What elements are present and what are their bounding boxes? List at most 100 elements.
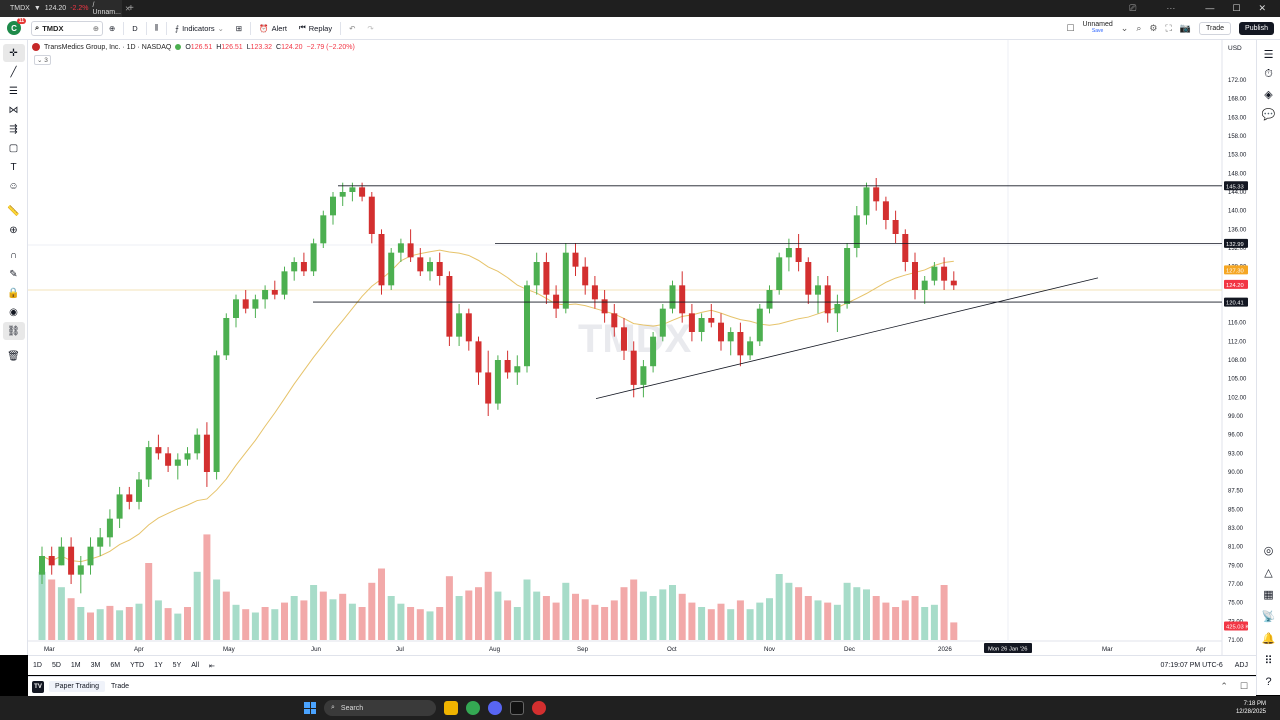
avatar[interactable]: C 11 [7,18,26,35]
tradingview-logo-icon: TV [32,680,44,693]
cast-icon[interactable]: ⎚ [1129,3,1136,14]
system-clock[interactable]: 7:18 PM 12/28/2025 [1236,700,1280,716]
goto-date-icon[interactable]: ⇤ [204,662,220,670]
chevron-up-icon[interactable]: ⌃ [1220,681,1228,692]
taskbar-search-input[interactable]: ⌕ Search [324,700,436,716]
maximize-panel-icon[interactable]: ☐ [1240,681,1248,692]
volume-bar [630,579,638,640]
volume-bar [591,604,599,640]
y-tick-label: 75.00 [1228,601,1244,607]
windows-start-icon[interactable] [304,702,316,714]
compare-icon[interactable]: ⊕ [93,24,99,33]
adjust-button[interactable]: ADJ [1235,662,1248,669]
maximize-icon[interactable]: ☐ [1232,3,1240,14]
magnet-icon[interactable]: ∩ [3,246,25,264]
volume-bar [329,599,337,640]
tab-trade[interactable]: Trade [105,681,135,692]
candle-body [591,285,598,300]
ruler-icon[interactable]: 📏 [3,202,25,220]
layers-icon[interactable]: ◈ [1259,84,1279,104]
indicators-count-badge[interactable]: ⌄ 3 [34,55,51,65]
os-taskbar: ⌕ Search 7:18 PM 12/28/2025 [0,696,1280,720]
range-5d[interactable]: 5D [47,662,66,669]
layouts-icon[interactable]: ⊞ [230,24,248,33]
stay-drawing-icon[interactable]: ✎ [3,265,25,283]
shapes-icon[interactable]: ▢ [3,139,25,157]
x-tick-label: Apr [134,646,144,653]
fib-retracement-icon[interactable]: ☰ [3,82,25,100]
window-close-icon[interactable]: ✕ [1258,3,1266,14]
candle-body [475,341,482,373]
undo-icon[interactable]: ↶ [343,24,361,33]
crosshair-icon[interactable]: ✛ [2,44,25,62]
publish-button[interactable]: Publish [1239,21,1274,35]
symbol-search-input[interactable]: ⌕ TMDX ⊕ [31,20,103,36]
link-icon[interactable]: ⛓ [2,322,25,340]
indicators-button[interactable]: ⨍ Indicators ⌄ [169,24,230,33]
apps-grid-icon[interactable]: ⠿ [1259,650,1279,670]
layout-name-button[interactable]: Unnamed Save [1082,21,1112,35]
range-ytd[interactable]: YTD [125,662,149,669]
range-1y[interactable]: 1Y [149,662,168,669]
watchlist-icon[interactable]: ☰ [1259,44,1279,64]
chrome-icon[interactable] [466,701,480,715]
pattern-icon[interactable]: ⋈ [3,101,25,119]
trend-line-icon[interactable]: ╱ [3,63,25,81]
alerts-icon[interactable]: ⏱ [1259,64,1279,84]
forecast-icon[interactable]: ⇶ [3,120,25,138]
fullscreen-icon[interactable]: ⛶ [1165,23,1171,34]
candle-body [776,257,783,290]
chart-pane[interactable]: USD 172.00 168.00 163.00 158.00 153.00 148.00 1… [28,40,1256,655]
file-explorer-icon[interactable] [444,701,458,715]
emoji-icon[interactable]: ☺ [3,177,25,195]
trade-button[interactable]: Trade [1199,21,1232,35]
volume-bar [407,607,415,640]
timezone-clock[interactable]: 07:19:07 PM UTC-6 [1161,662,1223,669]
more-icon[interactable]: ··· [1166,3,1175,14]
zoom-in-icon[interactable]: ⊕ [3,221,25,239]
volume-bar [911,596,919,640]
range-1m[interactable]: 1M [66,662,86,669]
minimize-icon[interactable]: — [1205,3,1214,14]
replay-button[interactable]: ⏮ Replay [293,23,338,33]
add-symbol-icon[interactable]: ⊕ [103,24,121,33]
indicator-count: 3 [44,57,48,64]
range-3m[interactable]: 3M [86,662,106,669]
layout-icon[interactable]: ☐ [1066,23,1074,34]
redo-icon[interactable]: ↷ [361,24,379,33]
candle-body [834,304,841,314]
candle-body [650,336,657,367]
volume-bar [824,602,832,640]
eye-icon[interactable]: ◉ [3,303,25,321]
new-tab-icon[interactable]: + [128,3,134,14]
candle-body [456,313,463,337]
trash-icon[interactable]: 🗑 [3,347,25,365]
tradingview-taskbar-icon[interactable] [510,701,524,715]
ideas-icon[interactable]: △ [1259,562,1279,582]
interval-button[interactable]: D [126,24,143,33]
app-icon[interactable] [532,701,546,715]
settings-icon[interactable]: ⚙ [1149,23,1157,34]
discord-icon[interactable] [488,701,502,715]
alarm-icon: ⏰ [259,23,269,33]
calendar-icon[interactable]: ▦ [1259,584,1279,604]
chat-icon[interactable]: 💬 [1259,104,1279,124]
help-icon[interactable]: ? [1259,672,1279,692]
tab-paper-trading[interactable]: Paper Trading [49,681,105,692]
range-6m[interactable]: 6M [105,662,125,669]
range-5y[interactable]: 5Y [168,662,187,669]
lock-icon[interactable]: 🔒 [3,284,25,302]
price-chart[interactable]: USD 172.00 168.00 163.00 158.00 153.00 148.00 1… [28,40,1256,655]
signal-icon[interactable]: 📡 [1259,606,1279,626]
camera-icon[interactable]: 📷 [1180,23,1191,34]
alert-button[interactable]: ⏰ Alert [253,24,293,33]
target-icon[interactable]: ◎ [1259,540,1279,560]
bell-icon[interactable]: 🔔 [1259,628,1279,648]
candles-icon[interactable]: ⫼ [149,23,164,33]
browser-tab[interactable]: TMDX ▼ 124.20 -2.2% / Unnam... ✕ [0,0,131,17]
quick-search-icon[interactable]: ⌕ [1136,23,1141,34]
text-icon[interactable]: T [3,158,25,176]
range-all[interactable]: All [186,662,204,669]
chevron-down-icon[interactable]: ⌄ [1121,23,1129,34]
range-1d[interactable]: 1D [28,662,47,669]
